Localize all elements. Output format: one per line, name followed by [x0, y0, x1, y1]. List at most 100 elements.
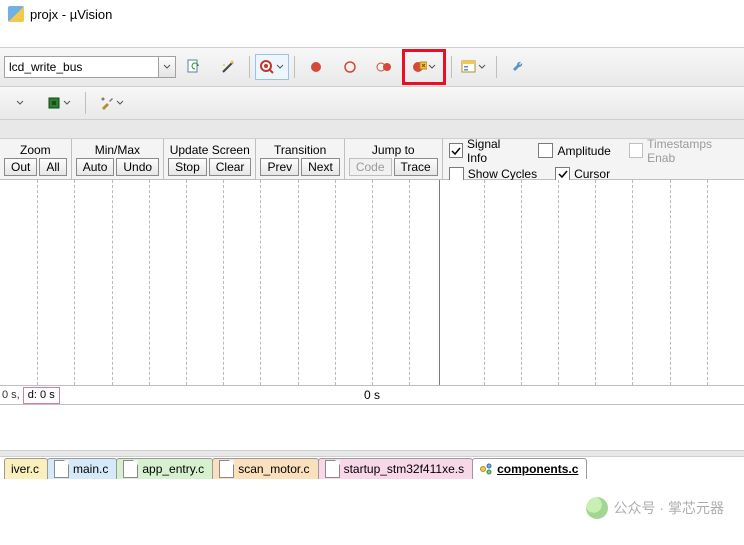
file-icon: [325, 460, 340, 478]
wand-icon: [220, 59, 236, 75]
jump-trace-button[interactable]: Trace: [394, 158, 438, 176]
breakpoint-toggle-button[interactable]: [368, 54, 400, 80]
separator: [451, 56, 452, 78]
symbol-combo[interactable]: lcd_write_bus: [4, 56, 176, 78]
chevron-down-icon: [275, 63, 285, 71]
target-dropdown[interactable]: [4, 90, 36, 116]
file-tab-label: app_entry.c: [142, 462, 204, 476]
symbol-combo-dropdown[interactable]: [158, 57, 175, 77]
chevron-down-icon: [427, 63, 437, 71]
jump-group: Jump to Code Trace: [345, 139, 443, 179]
breakpoint-red-icon: [309, 60, 323, 74]
tools-icon: [99, 95, 115, 111]
separator: [249, 56, 250, 78]
separator: [85, 92, 86, 114]
watermark-logo-icon: [586, 497, 608, 519]
chip-icon: [46, 95, 62, 111]
transition-label: Transition: [274, 142, 326, 158]
file-tab[interactable]: startup_stm32f411xe.s: [318, 458, 474, 479]
menubar-area: [0, 29, 744, 47]
window-layout-button[interactable]: [457, 54, 491, 80]
signal-info-label: Signal Info: [467, 137, 520, 165]
options-group: Signal Info Amplitude Timestamps Enab Sh…: [443, 139, 744, 179]
board-button[interactable]: [42, 90, 76, 116]
zoom-label: Zoom: [20, 142, 51, 158]
tools-button[interactable]: [95, 90, 129, 116]
window-title: projx - µVision: [30, 7, 112, 22]
undo-button[interactable]: Undo: [116, 158, 159, 176]
wand-button[interactable]: [212, 54, 244, 80]
file-tab[interactable]: iver.c: [4, 458, 48, 479]
breakpoint-pair-icon: [376, 60, 392, 74]
breakpoint-delete-icon: [411, 59, 427, 75]
amplitude-checkbox[interactable]: Amplitude: [538, 143, 610, 158]
separator: [496, 56, 497, 78]
next-button[interactable]: Next: [301, 158, 340, 176]
watermark: 公众号 · 掌芯元器: [586, 497, 724, 519]
time-delta-box: d: 0 s: [23, 387, 60, 404]
breakpoint-insert-button[interactable]: [300, 54, 332, 80]
file-icon: [54, 460, 69, 478]
refresh-button[interactable]: [178, 54, 210, 80]
lower-blank: [0, 405, 744, 450]
toolbar-secondary: [0, 87, 744, 120]
time-left-ghost: 0 s,: [0, 389, 23, 401]
wrench-icon: [510, 59, 526, 75]
show-cycles-label: Show Cycles: [468, 167, 537, 181]
clear-button[interactable]: Clear: [209, 158, 252, 176]
file-icon: [123, 460, 138, 478]
file-tab-label: main.c: [73, 462, 108, 476]
file-icon: [219, 460, 234, 478]
logic-analyzer-toolbar: Zoom Out All Min/Max Auto Undo Update Sc…: [0, 139, 744, 180]
toolbar-main: lcd_write_bus: [0, 47, 744, 87]
file-tab[interactable]: app_entry.c: [116, 458, 213, 479]
file-tab-label: scan_motor.c: [238, 462, 309, 476]
minmax-label: Min/Max: [95, 142, 140, 158]
chevron-down-icon: [115, 99, 125, 107]
amplitude-label: Amplitude: [557, 144, 610, 158]
cursor-label: Cursor: [574, 167, 610, 181]
highlighted-button-group: [402, 49, 446, 85]
check-icon: [451, 146, 461, 156]
configure-button[interactable]: [502, 54, 534, 80]
chevron-down-icon: [163, 63, 171, 71]
app-icon: [8, 6, 24, 22]
stop-button[interactable]: Stop: [168, 158, 207, 176]
breakpoint-hollow-icon: [343, 60, 357, 74]
file-tab[interactable]: scan_motor.c: [212, 458, 318, 479]
zoom-out-button[interactable]: Out: [4, 158, 37, 176]
file-tab-label: startup_stm32f411xe.s: [344, 462, 465, 476]
auto-button[interactable]: Auto: [76, 158, 115, 176]
signal-info-checkbox[interactable]: Signal Info: [449, 137, 521, 165]
watermark-text: 公众号 · 掌芯元器: [614, 498, 724, 518]
window-layout-icon: [461, 59, 477, 75]
update-group: Update Screen Stop Clear: [164, 139, 256, 179]
prev-button[interactable]: Prev: [260, 158, 299, 176]
breakpoint-disable-button[interactable]: [334, 54, 366, 80]
debug-button[interactable]: [255, 54, 289, 80]
component-icon: [479, 462, 493, 476]
magnifier-debug-icon: [259, 59, 275, 75]
time-center: 0 s: [364, 388, 380, 402]
time-ruler: 0 s, d: 0 s 0 s: [0, 386, 744, 405]
titlebar: projx - µVision: [0, 0, 744, 29]
chevron-down-icon: [62, 99, 72, 107]
jump-code-button: Code: [349, 158, 392, 176]
breakpoint-kill-button[interactable]: [407, 54, 441, 80]
minmax-group: Min/Max Auto Undo: [72, 139, 164, 179]
separator: [294, 56, 295, 78]
splitter[interactable]: [0, 450, 744, 457]
file-tab-label: iver.c: [11, 462, 39, 476]
update-label: Update Screen: [170, 142, 250, 158]
file-tab-label: components.c: [497, 462, 578, 476]
file-tab-active[interactable]: components.c: [472, 458, 587, 479]
file-tab[interactable]: main.c: [47, 458, 117, 479]
zoom-all-button[interactable]: All: [39, 158, 66, 176]
check-icon: [558, 169, 568, 179]
editor-tabs: iver.c main.c app_entry.c scan_motor.c s…: [0, 457, 744, 479]
symbol-combo-value: lcd_write_bus: [5, 60, 158, 74]
zoom-group: Zoom Out All: [0, 139, 72, 179]
waveform-canvas[interactable]: [0, 180, 744, 386]
timestamps-checkbox: Timestamps Enab: [629, 137, 738, 165]
jump-label: Jump to: [372, 142, 415, 158]
